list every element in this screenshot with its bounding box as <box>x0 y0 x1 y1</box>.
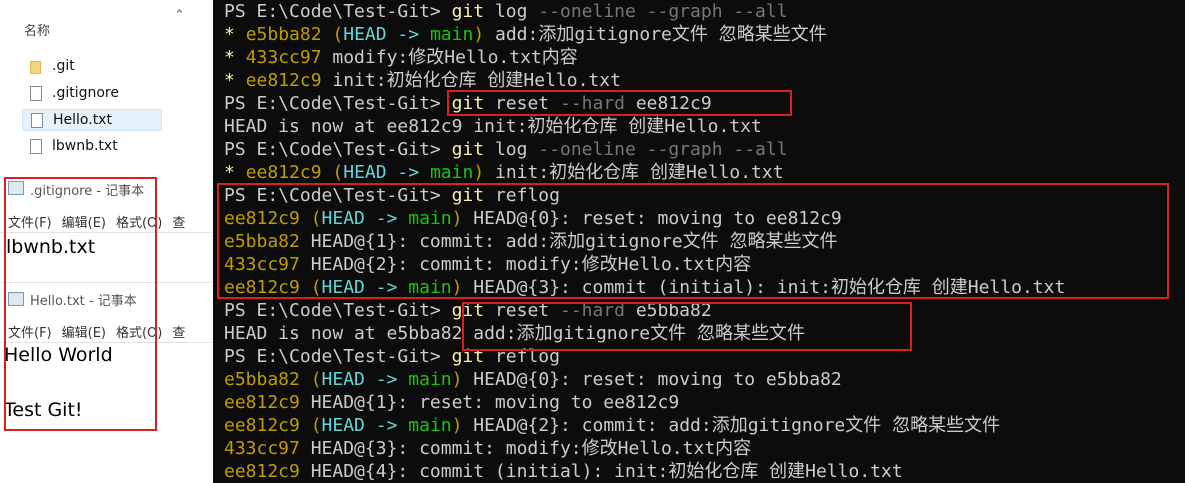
command-arg: log <box>484 139 528 160</box>
branch-ref: main <box>408 415 452 436</box>
file-name: lbwnb.txt <box>52 138 118 154</box>
file-icon <box>30 86 42 101</box>
commit-hash: ee812c9 <box>245 70 322 91</box>
terminal-line: PS E:\Code\Test-Git> git log --oneline -… <box>224 0 788 23</box>
file-icon <box>31 113 43 128</box>
head-ref: HEAD <box>321 415 365 436</box>
commit-message: init:初始化仓库 创建Hello.txt <box>321 70 621 91</box>
graph-marker: * <box>224 70 246 91</box>
terminal-line: * e5bba82 (HEAD -> main) add:添加gitignore… <box>224 24 827 45</box>
prompt-text: PS E:\Code\Test-Git> <box>224 300 441 321</box>
prompt-text: PS E:\Code\Test-Git> <box>224 139 441 160</box>
terminal-line: PS E:\Code\Test-Git> git log --oneline -… <box>224 138 788 161</box>
terminal-line: ee812c9 (HEAD -> main) HEAD@{2}: commit:… <box>224 415 1001 436</box>
commit-hash: ee812c9 <box>245 162 322 183</box>
terminal-line: * 433cc97 modify:修改Hello.txt内容 <box>224 46 578 69</box>
chevron-up-icon[interactable]: ⌃ <box>174 8 185 23</box>
output-text: HEAD is now at ee812c9 init:初始化仓库 创建Hell… <box>224 116 762 137</box>
graph-marker: * <box>224 47 246 68</box>
highlight-box-reset-ee812c9 <box>447 90 792 116</box>
prompt-text: PS E:\Code\Test-Git> <box>224 93 441 114</box>
head-ref: HEAD <box>321 369 365 390</box>
ref-arrow: -> <box>364 415 409 436</box>
graph-marker: * <box>224 24 246 45</box>
terminal-line: 433cc97 HEAD@{3}: commit: modify:修改Hello… <box>224 437 751 460</box>
ref-arrow: -> <box>364 369 409 390</box>
file-explorer: 名称 ⌃ .git .gitignore Hello.txt lbwnb.txt <box>0 0 212 168</box>
branch-ref: main <box>429 24 474 45</box>
branch-ref: main <box>408 369 452 390</box>
commit-message: add:添加gitignore文件 忽略某些文件 <box>484 24 827 45</box>
ref-arrow: -> <box>386 24 430 45</box>
command-name: git <box>451 139 485 160</box>
terminal-line: * ee812c9 (HEAD -> main) init:初始化仓库 创建He… <box>224 162 784 183</box>
command-arg: log <box>484 1 528 22</box>
file-item-git[interactable]: .git <box>22 56 162 78</box>
commit-hash: ee812c9 <box>224 392 300 413</box>
prompt-text: PS E:\Code\Test-Git> <box>224 346 441 367</box>
commit-message: HEAD@{2}: commit: add:添加gitignore文件 忽略某些… <box>462 415 1001 436</box>
file-name: .gitignore <box>52 85 119 101</box>
commit-message: modify:修改Hello.txt内容 <box>321 47 578 68</box>
commit-message: HEAD@{1}: reset: moving to ee812c9 <box>299 392 680 413</box>
menu-view[interactable]: 查 <box>172 326 185 341</box>
commit-message: HEAD@{4}: commit (initial): init:初始化仓库 创… <box>299 461 903 482</box>
name-column-header[interactable]: 名称 <box>24 20 50 39</box>
highlight-box-notepads <box>4 177 157 431</box>
file-name: Hello.txt <box>53 112 112 128</box>
commit-hash: 433cc97 <box>245 47 322 68</box>
commit-hash: e5bba82 <box>245 24 322 45</box>
graph-marker: * <box>224 162 246 183</box>
terminal-window[interactable]: PS E:\Code\Test-Git> git log --oneline -… <box>213 0 1185 483</box>
head-ref: HEAD <box>343 24 387 45</box>
file-item-gitignore[interactable]: .gitignore <box>22 83 162 105</box>
file-icon <box>30 61 41 74</box>
command-name: git <box>451 1 485 22</box>
commit-hash: ee812c9 <box>224 415 300 436</box>
terminal-line: ee812c9 HEAD@{4}: commit (initial): init… <box>224 460 903 483</box>
highlight-box-reflog-1 <box>217 183 1169 299</box>
branch-ref: main <box>429 162 474 183</box>
terminal-line: * ee812c9 init:初始化仓库 创建Hello.txt <box>224 69 621 92</box>
highlight-box-reset-e5bba82 <box>462 302 912 351</box>
file-name: .git <box>52 58 75 74</box>
commit-message: init:初始化仓库 创建Hello.txt <box>484 162 784 183</box>
head-ref: HEAD <box>343 162 387 183</box>
terminal-line: ee812c9 HEAD@{1}: reset: moving to ee812… <box>224 391 679 414</box>
commit-hash: e5bba82 <box>224 369 300 390</box>
terminal-line: e5bba82 (HEAD -> main) HEAD@{0}: reset: … <box>224 369 842 390</box>
ref-arrow: -> <box>386 162 430 183</box>
prompt-text: PS E:\Code\Test-Git> <box>224 1 441 22</box>
terminal-line: HEAD is now at ee812c9 init:初始化仓库 创建Hell… <box>224 115 762 138</box>
commit-hash: ee812c9 <box>224 461 300 482</box>
commit-hash: 433cc97 <box>224 438 300 459</box>
command-flag: --oneline --graph --all <box>527 1 788 22</box>
commit-message: HEAD@{3}: commit: modify:修改Hello.txt内容 <box>299 438 752 459</box>
command-flag: --oneline --graph --all <box>527 139 788 160</box>
commit-message: HEAD@{0}: reset: moving to e5bba82 <box>462 369 842 390</box>
file-item-lbwnb[interactable]: lbwnb.txt <box>22 136 162 158</box>
menu-view[interactable]: 查 <box>172 216 185 231</box>
file-item-hello[interactable]: Hello.txt <box>22 109 162 131</box>
file-icon <box>30 139 42 154</box>
